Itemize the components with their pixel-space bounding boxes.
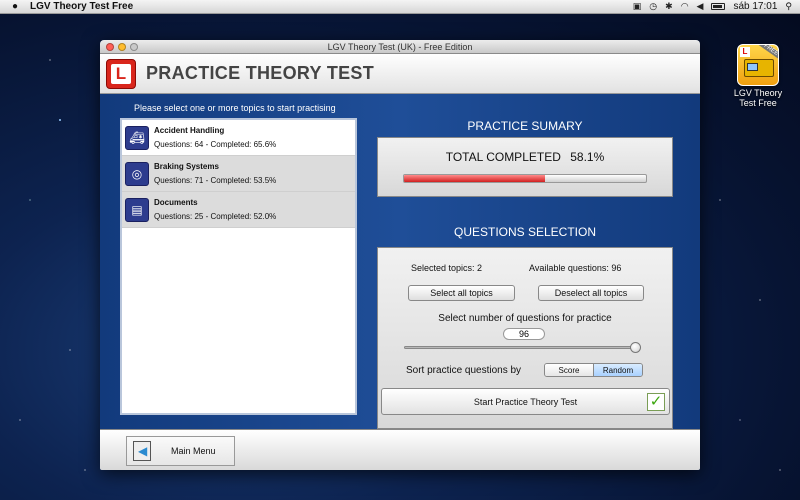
exit-arrow-icon (133, 441, 151, 461)
topics-caption: Please select one or more topics to star… (134, 103, 336, 113)
topic-stats: Questions: 25 - Completed: 52.0% (154, 212, 277, 221)
start-practice-button[interactable]: Start Practice Theory Test ✓ (381, 388, 670, 415)
logo-letter: L (111, 63, 131, 84)
l-plate-logo: L (106, 58, 136, 89)
ambulance-icon: 🚑︎ (125, 125, 149, 150)
deselect-all-topics-button[interactable]: Deselect all topics (538, 285, 644, 301)
sort-segmented-control[interactable]: Score Random (544, 363, 643, 377)
sort-label: Sort practice questions by (406, 365, 522, 376)
brake-icon: ◎ (125, 161, 149, 186)
main-menu-button[interactable]: Main Menu (126, 436, 235, 466)
sort-by-random[interactable]: Random (593, 364, 642, 376)
available-questions-count: Available questions: 96 (529, 263, 622, 273)
main-content: Please select one or more topics to star… (100, 94, 700, 429)
truck-icon[interactable]: L FREE (737, 44, 779, 86)
timemachine-icon[interactable]: ◷ (649, 1, 657, 12)
header-bar: L PRACTICE THEORY TEST (100, 54, 700, 94)
question-count-label: Select number of questions for practice (438, 313, 612, 324)
window-title: LGV Theory Test (UK) - Free Edition (327, 41, 473, 52)
question-count-slider[interactable] (404, 346, 636, 349)
question-count-field[interactable]: 96 (503, 328, 545, 340)
progress-bar (403, 174, 647, 183)
slider-handle[interactable] (630, 342, 641, 353)
topic-name: Documents (154, 198, 198, 207)
selected-topics-count: Selected topics: 2 (411, 263, 483, 273)
sort-by-score[interactable]: Score (545, 364, 593, 376)
window-titlebar[interactable]: LGV Theory Test (UK) - Free Edition (100, 40, 700, 54)
topic-name: Braking Systems (154, 162, 219, 171)
topic-item-braking-systems[interactable]: ◎ Braking Systems Questions: 71 - Comple… (122, 156, 355, 192)
menu-bar-clock[interactable]: sáb 17:01 (733, 1, 777, 12)
menu-bar: ● LGV Theory Test Free ▣ ◷ ✱ ◠ ◀ sáb 17:… (0, 0, 800, 14)
checkmark-icon: ✓ (647, 393, 665, 411)
selection-title: QUESTIONS SELECTION (453, 225, 597, 239)
topic-list[interactable]: 🚑︎ Accident Handling Questions: 64 - Com… (120, 118, 357, 415)
topic-name: Accident Handling (154, 126, 225, 135)
apple-icon[interactable]: ● (6, 1, 24, 12)
summary-title: PRACTICE SUMARY (467, 119, 583, 133)
desktop-app-icon[interactable]: L FREE LGV Theory Test Free (728, 44, 788, 108)
progress-fill (404, 175, 545, 182)
desktop-icon-label[interactable]: LGV Theory Test Free (728, 88, 788, 108)
app-window: LGV Theory Test (UK) - Free Edition L PR… (100, 40, 700, 470)
bluetooth-icon[interactable]: ✱ (665, 1, 673, 12)
page-title: PRACTICE THEORY TEST (146, 63, 375, 83)
spotlight-icon[interactable]: ⚲ (785, 1, 792, 12)
topic-item-accident-handling[interactable]: 🚑︎ Accident Handling Questions: 64 - Com… (122, 120, 355, 156)
footer-bar: Main Menu (100, 429, 700, 470)
cast-icon[interactable]: ▣ (633, 1, 642, 12)
topic-stats: Questions: 64 - Completed: 65.6% (154, 140, 277, 149)
wifi-icon[interactable]: ◠ (681, 1, 689, 12)
volume-icon[interactable]: ◀ (697, 1, 704, 12)
menu-bar-status: ▣ ◷ ✱ ◠ ◀ sáb 17:01 ⚲ (633, 1, 800, 12)
battery-icon[interactable] (711, 3, 726, 10)
topic-stats: Questions: 71 - Completed: 53.5% (154, 176, 277, 185)
document-icon: ▤ (125, 197, 149, 222)
total-completed-value: 58.1% (570, 150, 605, 164)
topic-item-documents[interactable]: ▤ Documents Questions: 25 - Completed: 5… (122, 192, 355, 228)
app-menu[interactable]: LGV Theory Test Free (30, 1, 133, 12)
total-completed: TOTAL COMPLETED 58.1% (378, 150, 672, 164)
summary-panel: TOTAL COMPLETED 58.1% (377, 137, 673, 197)
start-practice-label: Start Practice Theory Test (473, 396, 578, 407)
total-completed-label: TOTAL COMPLETED (445, 150, 561, 164)
select-all-topics-button[interactable]: Select all topics (408, 285, 515, 301)
main-menu-label: Main Menu (171, 446, 216, 456)
